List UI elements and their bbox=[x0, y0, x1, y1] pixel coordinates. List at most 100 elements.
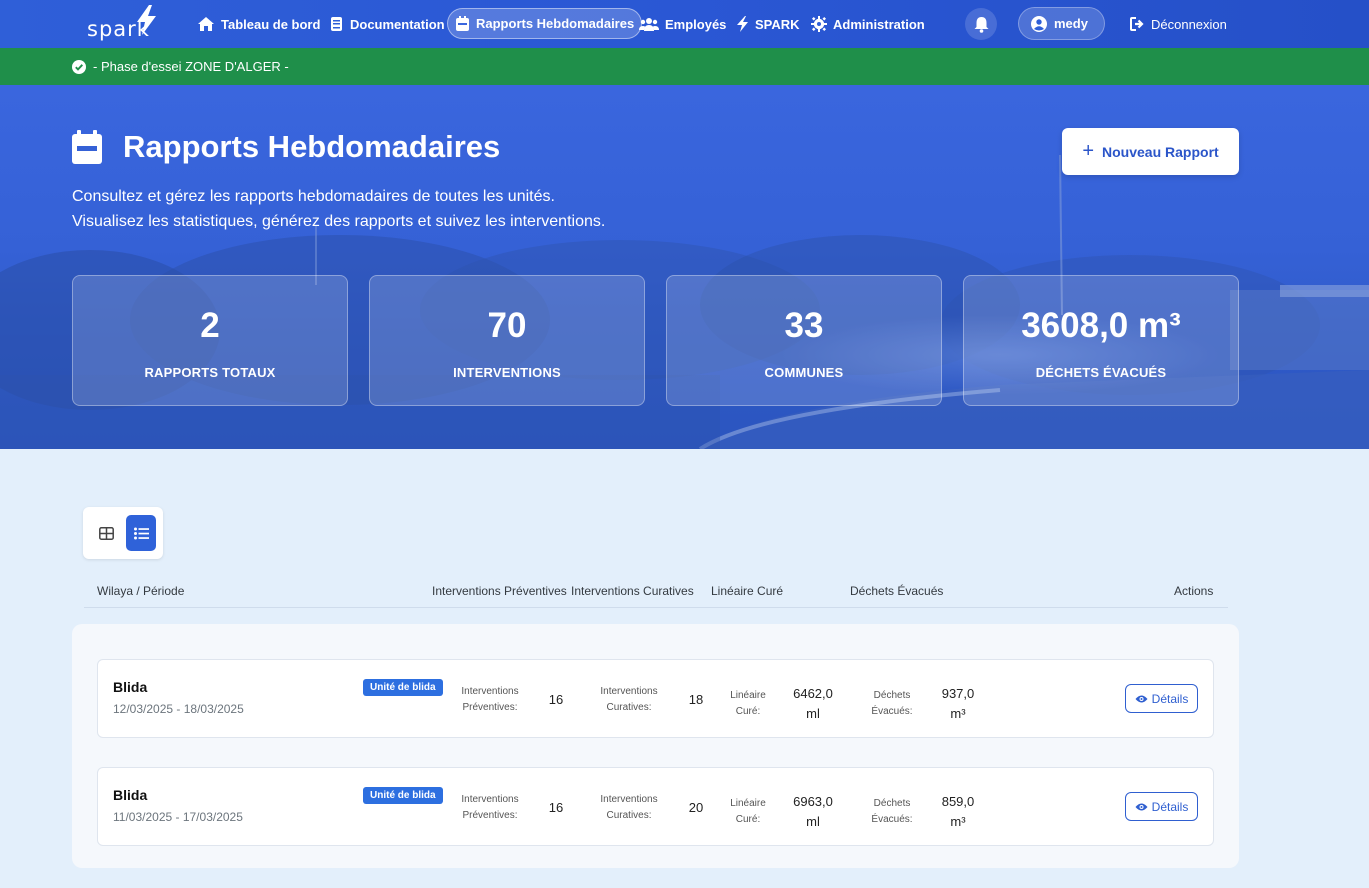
nav-spark-label: SPARK bbox=[755, 16, 800, 32]
list-view-icon bbox=[133, 527, 149, 539]
preventive-label-line-1: Interventions bbox=[461, 686, 519, 697]
nav-weekly-reports-label: Rapports Hebdomadaires bbox=[476, 16, 635, 31]
notifications-button[interactable] bbox=[965, 8, 997, 40]
logout-label: Déconnexion bbox=[1151, 16, 1227, 32]
details-label: Détails bbox=[1151, 799, 1189, 814]
stat-value: 70 bbox=[487, 306, 527, 345]
report-wilaya: Blida bbox=[113, 679, 148, 695]
waste-label-line-2: Évacués: bbox=[871, 814, 913, 825]
page-description-line-2: Visualisez les statistiques, générez des… bbox=[72, 213, 606, 230]
book-icon bbox=[331, 17, 342, 31]
linear-label: Linéaire Curé: bbox=[720, 796, 776, 828]
linear-value-number: 6462,0 bbox=[793, 686, 833, 701]
eye-icon bbox=[1135, 803, 1148, 810]
bell-icon bbox=[974, 16, 988, 33]
curative-label-line-1: Interventions bbox=[600, 686, 658, 697]
preventive-value: 16 bbox=[548, 692, 564, 707]
col-header-wilaya: Wilaya / Période bbox=[97, 584, 185, 598]
col-header-waste: Déchets Évacués bbox=[850, 584, 944, 598]
grid-view-icon bbox=[98, 526, 114, 540]
nav-employees-label: Employés bbox=[665, 16, 727, 32]
nav-dashboard[interactable]: Tableau de bord bbox=[197, 0, 320, 48]
curative-label-line-2: Curatives: bbox=[606, 702, 652, 713]
col-header-actions: Actions bbox=[1174, 584, 1214, 598]
curative-label-line-1: Interventions bbox=[600, 794, 658, 805]
curative-value: 20 bbox=[688, 800, 704, 815]
linear-label-line-1: Linéaire bbox=[730, 690, 766, 701]
users-icon bbox=[639, 18, 659, 31]
waste-value-number: 859,0 bbox=[941, 794, 975, 809]
waste-label: Déchets Évacués: bbox=[862, 688, 922, 720]
stat-value: 2 bbox=[200, 306, 220, 345]
preventive-label-line-2: Préventives: bbox=[462, 702, 518, 713]
report-row: Blida 12/03/2025 - 18/03/2025 Unité de b… bbox=[97, 659, 1214, 738]
preventive-label-line-1: Interventions bbox=[461, 794, 519, 805]
stat-label: RAPPORTS TOTAUX bbox=[144, 365, 276, 380]
calendar-icon bbox=[456, 15, 469, 31]
view-toggle bbox=[83, 507, 163, 559]
col-header-curative: Interventions Curatives bbox=[571, 584, 694, 598]
stat-label: COMMUNES bbox=[764, 365, 844, 380]
linear-value-unit: ml bbox=[806, 706, 820, 721]
plus-icon: + bbox=[1082, 140, 1094, 162]
col-header-linear: Linéaire Curé bbox=[711, 584, 784, 598]
nav-employees[interactable]: Employés bbox=[639, 0, 726, 48]
curative-value: 18 bbox=[688, 692, 704, 707]
grid-view-button[interactable] bbox=[91, 515, 121, 551]
nav-documentation[interactable]: Documentation bbox=[329, 0, 445, 48]
bolt-icon bbox=[137, 5, 156, 35]
linear-label-line-2: Curé: bbox=[735, 706, 761, 717]
user-menu[interactable]: medy bbox=[1018, 7, 1105, 40]
list-view-button[interactable] bbox=[126, 515, 156, 551]
stat-card-waste-evacuated: 3608,0 m³ DÉCHETS ÉVACUÉS bbox=[963, 275, 1239, 406]
logout-icon bbox=[1130, 17, 1144, 31]
linear-value: 6462,0 ml bbox=[785, 684, 841, 724]
calendar-icon bbox=[72, 130, 102, 164]
waste-label: Déchets Évacués: bbox=[862, 796, 922, 828]
user-name: medy bbox=[1054, 16, 1088, 31]
unit-badge: Unité de blida bbox=[363, 679, 443, 696]
report-wilaya: Blida bbox=[113, 787, 148, 803]
stat-value: 33 bbox=[784, 306, 824, 345]
gear-icon bbox=[811, 16, 827, 32]
linear-label: Linéaire Curé: bbox=[720, 688, 776, 720]
reports-list: Blida 12/03/2025 - 18/03/2025 Unité de b… bbox=[72, 624, 1239, 868]
curative-label: Interventions Curatives: bbox=[593, 792, 665, 824]
preventive-label: Interventions Préventives: bbox=[453, 792, 527, 824]
preventive-label: Interventions Préventives: bbox=[453, 684, 527, 716]
linear-value: 6963,0 ml bbox=[785, 792, 841, 832]
page-title: Rapports Hebdomadaires bbox=[72, 129, 500, 165]
phase-notice-bar: - Phase d'essei ZONE D'ALGER - bbox=[0, 48, 1369, 85]
logout-link[interactable]: Déconnexion bbox=[1130, 0, 1227, 48]
stat-label: INTERVENTIONS bbox=[453, 365, 561, 380]
linear-label-line-2: Curé: bbox=[735, 814, 761, 825]
nav-weekly-reports[interactable]: Rapports Hebdomadaires bbox=[447, 8, 643, 39]
nav-dashboard-label: Tableau de bord bbox=[221, 16, 321, 32]
details-label: Détails bbox=[1151, 691, 1189, 706]
report-period: 12/03/2025 - 18/03/2025 bbox=[113, 702, 244, 716]
linear-value-unit: ml bbox=[806, 814, 820, 829]
waste-label-line-1: Déchets bbox=[873, 690, 911, 701]
stat-card-total-reports: 2 RAPPORTS TOTAUX bbox=[72, 275, 348, 406]
preventive-label-line-2: Préventives: bbox=[462, 810, 518, 821]
hero-section: Rapports Hebdomadaires Consultez et gére… bbox=[0, 85, 1369, 449]
bolt-icon bbox=[737, 16, 748, 32]
nav-spark[interactable]: SPARK bbox=[736, 0, 800, 48]
curative-label: Interventions Curatives: bbox=[593, 684, 665, 716]
stat-value: 3608,0 m³ bbox=[1021, 306, 1181, 345]
details-button[interactable]: Détails bbox=[1125, 792, 1198, 821]
page-title-text: Rapports Hebdomadaires bbox=[123, 129, 501, 164]
spark-logo[interactable]: spark bbox=[84, 5, 160, 43]
stat-label: DÉCHETS ÉVACUÉS bbox=[1035, 365, 1167, 380]
waste-value: 859,0 m³ bbox=[932, 792, 984, 832]
eye-icon bbox=[1135, 695, 1148, 702]
report-period: 11/03/2025 - 17/03/2025 bbox=[113, 810, 243, 824]
waste-label-line-2: Évacués: bbox=[871, 706, 913, 717]
new-report-label: Nouveau Rapport bbox=[1102, 143, 1219, 160]
home-icon bbox=[198, 17, 214, 31]
nav-administration[interactable]: Administration bbox=[811, 0, 925, 48]
details-button[interactable]: Détails bbox=[1125, 684, 1198, 713]
report-row: Blida 11/03/2025 - 17/03/2025 Unité de b… bbox=[97, 767, 1214, 846]
new-report-button[interactable]: + Nouveau Rapport bbox=[1062, 128, 1239, 175]
waste-label-line-1: Déchets bbox=[873, 798, 911, 809]
